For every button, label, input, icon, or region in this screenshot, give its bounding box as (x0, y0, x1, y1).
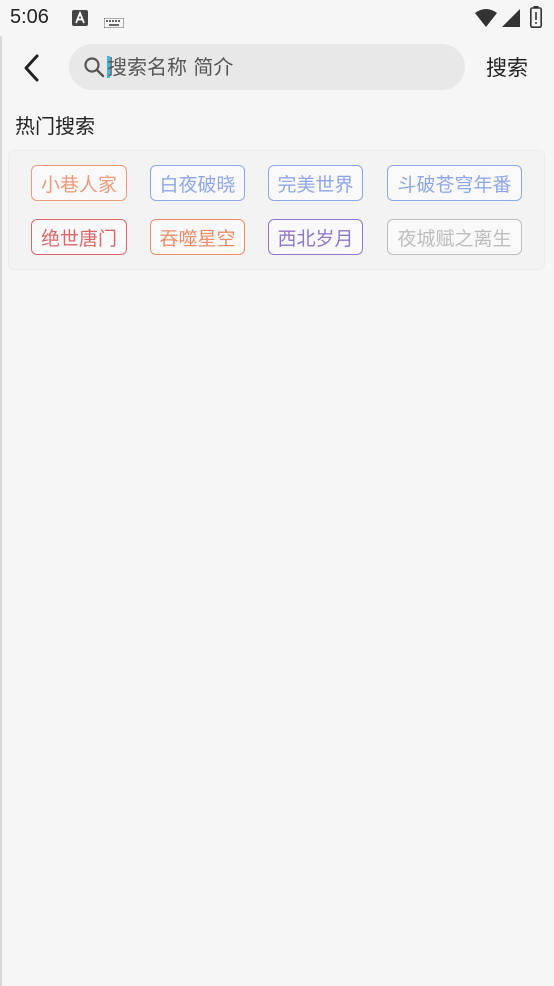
search-icon (84, 57, 105, 78)
hot-search-tag[interactable]: 白夜破晓 (150, 165, 245, 201)
status-time: 5:06 (10, 6, 49, 28)
hot-search-tags: 小巷人家 白夜破晓 完美世界 斗破苍穹年番 绝世唐门 吞噬星空 西北岁月 夜城赋… (8, 150, 545, 270)
status-bar: 5:06 (0, 0, 554, 36)
window-edge (0, 0, 2, 986)
hot-search-tag[interactable]: 吞噬星空 (150, 219, 245, 255)
battery-icon (530, 6, 542, 32)
chevron-left-icon (24, 54, 39, 82)
hot-search-tag[interactable]: 小巷人家 (31, 165, 127, 201)
wifi-icon (475, 9, 497, 31)
keyboard-icon (103, 13, 125, 32)
hot-search-title: 热门搜索 (15, 114, 95, 138)
search-box[interactable] (69, 44, 465, 90)
hot-search-tag[interactable]: 绝世唐门 (31, 219, 127, 255)
a-notification-icon (72, 10, 88, 30)
hot-search-tag[interactable]: 西北岁月 (268, 219, 363, 255)
search-toolbar: 搜索 (0, 36, 554, 100)
hot-search-tag[interactable]: 斗破苍穹年番 (387, 165, 522, 201)
hot-search-tag[interactable]: 完美世界 (268, 165, 363, 201)
back-button[interactable] (14, 50, 50, 86)
cell-signal-icon (502, 9, 520, 31)
hot-search-tag[interactable]: 夜城赋之离生 (387, 219, 522, 255)
search-button[interactable]: 搜索 (486, 52, 528, 82)
search-input[interactable] (107, 44, 447, 90)
